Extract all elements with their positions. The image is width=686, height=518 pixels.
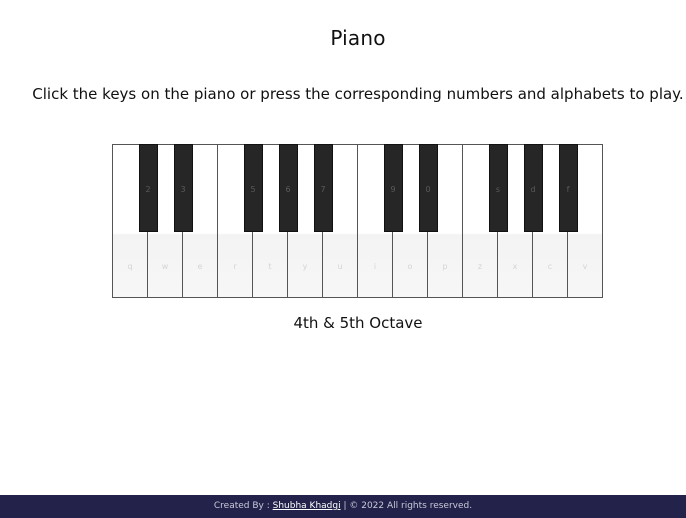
white-key-label: p (442, 262, 448, 271)
white-key-label: q (127, 262, 133, 271)
black-key-label: 0 (425, 185, 431, 194)
white-key-label: i (373, 262, 377, 271)
instructions-text: Click the keys on the piano or press the… (32, 85, 684, 103)
black-key-0[interactable]: 0 (418, 144, 438, 232)
black-key-2[interactable]: 2 (138, 144, 158, 232)
black-key-label: 2 (145, 185, 151, 194)
footer: Created By : Shubha Khadgi | © 2022 All … (0, 495, 686, 518)
octave-label: 4th & 5th Octave (293, 314, 423, 332)
black-key-7[interactable]: 7 (313, 144, 333, 232)
black-key-label: 9 (390, 185, 396, 194)
footer-created-by: Created By : (213, 501, 270, 511)
white-key-label: r (233, 262, 237, 271)
white-key-label: v (582, 262, 588, 271)
black-key-label: 7 (320, 185, 326, 194)
black-key-9[interactable]: 9 (383, 144, 403, 232)
black-key-label: f (566, 185, 570, 194)
white-key-label: x (512, 262, 518, 271)
black-key-s[interactable]: s (488, 144, 508, 232)
white-key-label: o (407, 262, 413, 271)
black-key-6[interactable]: 6 (278, 144, 298, 232)
piano-keyboard: q w e r t y u i o p z x c v 2 3 5 6 7 9 0 s d f (112, 144, 603, 298)
footer-copyright: | © 2022 All rights reserved. (343, 501, 473, 511)
black-key-5[interactable]: 5 (243, 144, 263, 232)
white-key-label: z (477, 262, 483, 271)
page: Piano Click the keys on the piano or pre… (0, 0, 686, 518)
white-key-label: c (547, 262, 553, 271)
author-link[interactable]: Shubha Khadgi (273, 501, 341, 511)
white-key-label: y (302, 262, 308, 271)
black-key-label: 6 (285, 185, 291, 194)
white-key-label: w (161, 262, 169, 271)
black-key-label: s (495, 185, 501, 194)
black-key-3[interactable]: 3 (173, 144, 193, 232)
white-key-label: u (337, 262, 343, 271)
page-title: Piano (330, 26, 386, 50)
black-key-label: 3 (180, 185, 186, 194)
white-key-label: t (268, 262, 272, 271)
black-key-d[interactable]: d (523, 144, 543, 232)
black-key-label: d (530, 185, 536, 194)
black-key-label: 5 (250, 185, 256, 194)
white-key-label: e (197, 262, 203, 271)
black-key-f[interactable]: f (558, 144, 578, 232)
